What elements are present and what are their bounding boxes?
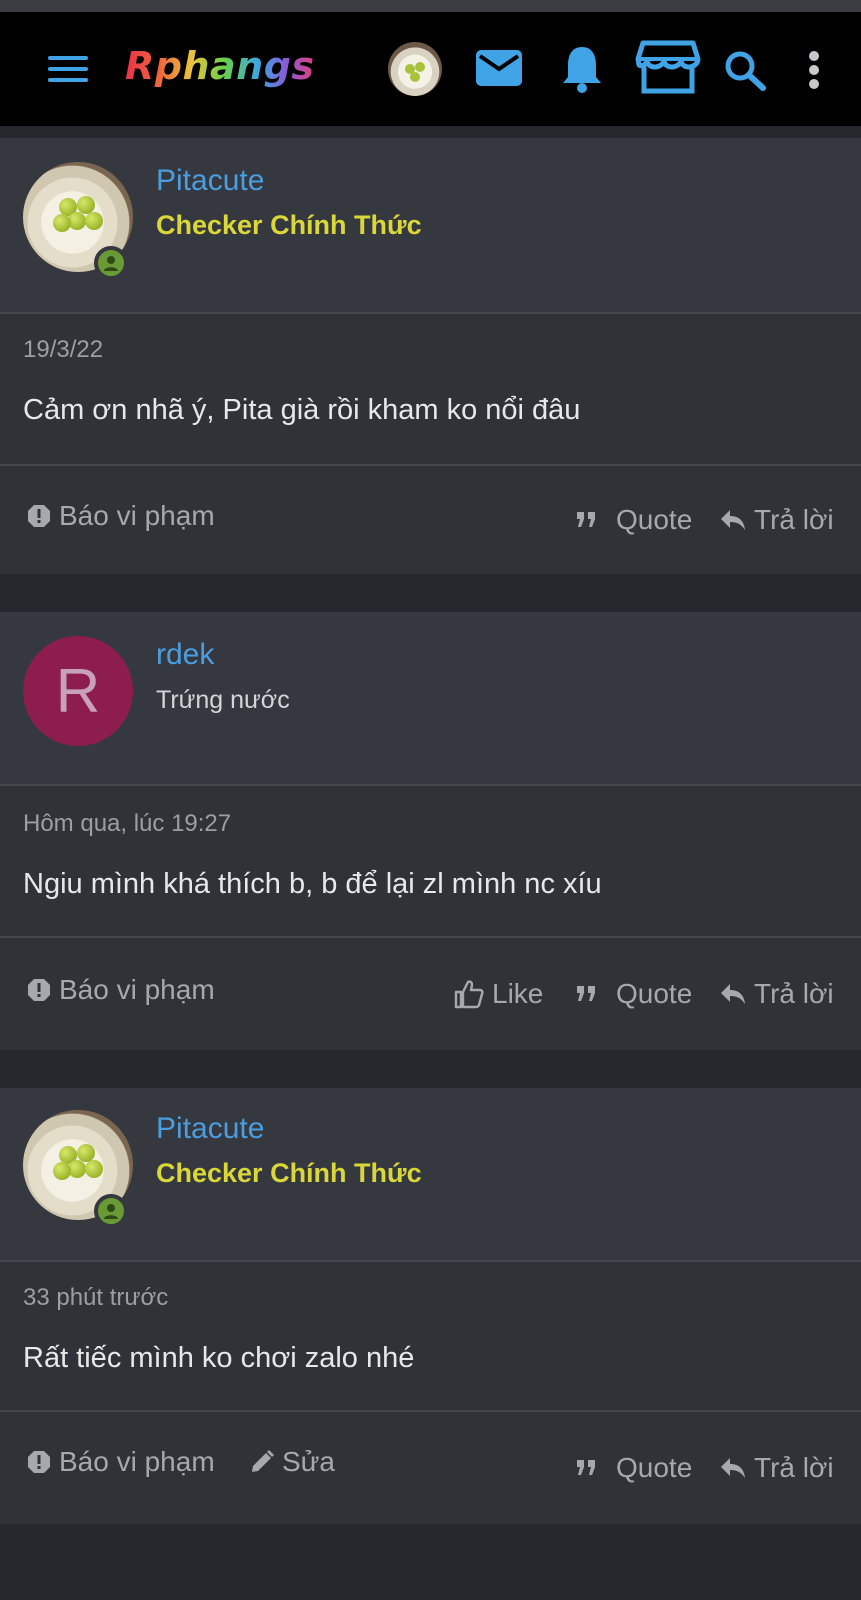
post-message: Rất tiếc mình ko chơi zalo nhé	[23, 1342, 415, 1374]
reply-button[interactable]: Trả lời	[720, 504, 834, 536]
post-date[interactable]: 19/3/22	[23, 336, 103, 364]
post-date[interactable]: 33 phút trước	[23, 1284, 168, 1312]
divider	[0, 312, 861, 314]
pencil-icon	[252, 1450, 274, 1472]
post-message: Ngiu mình khá thích b, b để lại zl mình …	[23, 868, 602, 900]
status-strip	[0, 0, 861, 12]
report-button[interactable]: Báo vi phạm	[27, 1446, 215, 1478]
online-status-icon	[94, 246, 128, 280]
report-icon	[28, 1451, 50, 1473]
divider	[0, 936, 861, 938]
username[interactable]: Pitacute	[156, 164, 264, 198]
search-icon[interactable]	[722, 48, 768, 92]
quote-button[interactable]: Quote	[576, 978, 692, 1010]
more-vertical-icon[interactable]	[800, 48, 828, 92]
report-label: Báo vi phạm	[59, 974, 215, 1005]
avatar[interactable]	[388, 42, 442, 96]
mail-icon[interactable]	[474, 46, 524, 90]
edit-label: Sửa	[282, 1446, 335, 1477]
divider	[0, 1260, 861, 1262]
reply-label: Trả lời	[754, 504, 834, 535]
username[interactable]: rdek	[156, 638, 214, 672]
quote-icon	[577, 986, 595, 1001]
report-label: Báo vi phạm	[59, 1446, 215, 1477]
reply-icon	[721, 510, 745, 530]
divider	[0, 784, 861, 786]
divider	[0, 1410, 861, 1412]
like-label: Like	[492, 978, 544, 1009]
site-logo[interactable]: Rphangs	[125, 44, 315, 88]
user-title: Trứng nước	[156, 686, 290, 714]
post-card: Pitacute Checker Chính Thức 33 phút trướ…	[0, 1088, 861, 1524]
quote-icon	[577, 512, 595, 527]
online-status-icon	[94, 1194, 128, 1228]
bell-icon[interactable]	[558, 42, 606, 94]
report-button[interactable]: Báo vi phạm	[27, 974, 215, 1006]
post-message: Cảm ơn nhã ý, Pita già rồi kham ko nổi đ…	[23, 394, 581, 426]
user-title: Checker Chính Thức	[156, 1158, 422, 1188]
reply-button[interactable]: Trả lời	[720, 1452, 834, 1484]
report-button[interactable]: Báo vi phạm	[27, 500, 215, 532]
reply-label: Trả lời	[754, 1452, 834, 1483]
quote-icon	[577, 1460, 595, 1475]
quote-button[interactable]: Quote	[576, 504, 692, 536]
menu-icon[interactable]	[44, 50, 92, 88]
post-card: Pitacute Checker Chính Thức 19/3/22 Cảm …	[0, 138, 861, 574]
quote-button[interactable]: Quote	[576, 1452, 692, 1484]
like-button[interactable]: Like	[454, 978, 543, 1010]
divider	[0, 464, 861, 466]
reply-label: Trả lời	[754, 978, 834, 1009]
report-icon	[28, 505, 50, 527]
avatar[interactable]: R	[23, 636, 133, 746]
post-card: R rdek Trứng nước Hôm qua, lúc 19:27 Ngi…	[0, 612, 861, 1050]
reply-button[interactable]: Trả lời	[720, 978, 834, 1010]
quote-label: Quote	[616, 978, 693, 1009]
post-date[interactable]: Hôm qua, lúc 19:27	[23, 810, 231, 838]
thumbs-up-icon	[454, 980, 484, 1009]
quote-label: Quote	[616, 504, 693, 535]
user-title: Checker Chính Thức	[156, 210, 422, 240]
store-icon[interactable]	[634, 38, 702, 96]
quote-label: Quote	[616, 1452, 693, 1483]
report-label: Báo vi phạm	[59, 500, 215, 531]
top-navbar: Rphangs	[0, 12, 861, 126]
reply-icon	[721, 984, 745, 1004]
report-icon	[28, 979, 50, 1001]
username[interactable]: Pitacute	[156, 1112, 264, 1146]
reply-icon	[721, 1458, 745, 1478]
edit-button[interactable]: Sửa	[250, 1446, 335, 1478]
